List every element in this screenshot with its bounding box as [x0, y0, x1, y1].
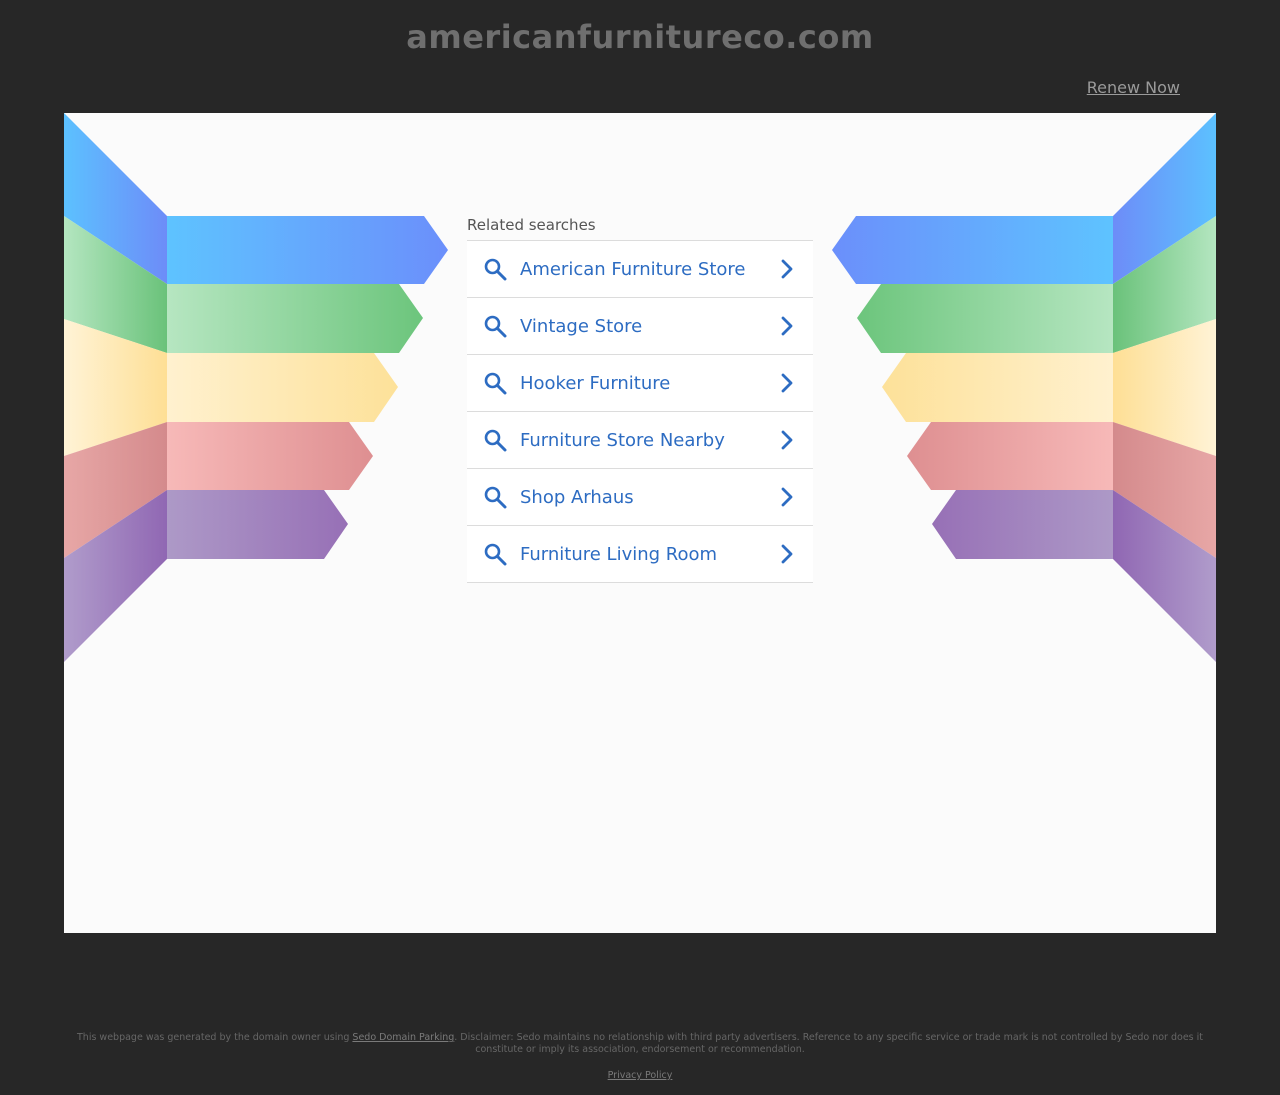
privacy-section: Privacy Policy: [0, 1070, 1280, 1081]
privacy-policy-link[interactable]: Privacy Policy: [608, 1070, 673, 1081]
chevron-right-icon: [777, 430, 797, 450]
footer-disclaimer-text: . Disclaimer: Sedo maintains no relation…: [454, 1032, 1203, 1055]
chevron-right-icon: [777, 259, 797, 279]
domain-title: americanfurnitureco.com: [406, 18, 874, 56]
related-search-link[interactable]: Furniture Store Nearby: [467, 412, 813, 469]
related-searches-heading: Related searches: [467, 216, 813, 241]
search-icon: [482, 427, 508, 453]
chevron-right-icon: [777, 316, 797, 336]
related-search-link[interactable]: Hooker Furniture: [467, 355, 813, 412]
right-ribbon-green: [857, 284, 1113, 353]
left-ribbon-purple: [167, 490, 348, 559]
related-search-label: Furniture Living Room: [520, 543, 718, 565]
chevron-right-icon: [777, 373, 797, 393]
related-search-label: American Furniture Store: [520, 258, 746, 280]
related-search-link[interactable]: Shop Arhaus: [467, 469, 813, 526]
chevron-right-icon: [777, 487, 797, 507]
related-searches: Related searches American Furniture Stor…: [467, 216, 813, 583]
footer-disclaimer: This webpage was generated by the domain…: [64, 1032, 1216, 1056]
left-ribbon-pink: [167, 422, 373, 490]
left-ribbon-yellow: [167, 353, 398, 422]
right-ribbon-purple: [932, 490, 1113, 559]
search-icon: [482, 313, 508, 339]
right-ribbon-pink: [907, 422, 1113, 490]
search-icon: [482, 256, 508, 282]
footer-prefix: This webpage was generated by the domain…: [77, 1032, 353, 1043]
search-icon: [482, 370, 508, 396]
search-icon: [482, 541, 508, 567]
chevron-right-icon: [777, 544, 797, 564]
left-ribbon-blue: [167, 216, 448, 284]
sedo-parking-link[interactable]: Sedo Domain Parking: [352, 1032, 454, 1043]
search-icon: [482, 484, 508, 510]
related-search-link[interactable]: Furniture Living Room: [467, 526, 813, 583]
related-search-label: Shop Arhaus: [520, 486, 634, 508]
related-search-label: Furniture Store Nearby: [520, 429, 725, 451]
right-ribbon-blue: [832, 216, 1113, 284]
related-search-label: Vintage Store: [520, 315, 643, 337]
renew-now-link[interactable]: Renew Now: [1087, 78, 1180, 97]
related-search-link[interactable]: Vintage Store: [467, 298, 813, 355]
related-search-link[interactable]: American Furniture Store: [467, 241, 813, 298]
left-ribbon-green: [167, 284, 423, 353]
content-panel: Related searches American Furniture Stor…: [64, 113, 1216, 933]
related-search-label: Hooker Furniture: [520, 372, 671, 394]
right-ribbon-yellow: [882, 353, 1113, 422]
